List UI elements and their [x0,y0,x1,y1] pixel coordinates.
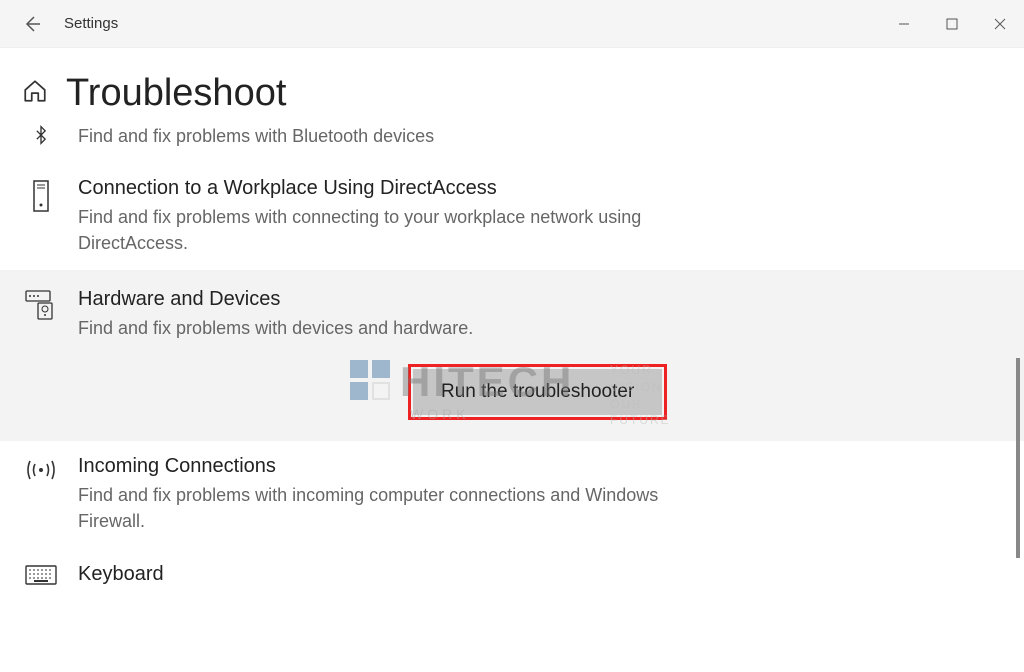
troubleshoot-item-keyboard[interactable]: Keyboard [0,549,1024,604]
server-icon [24,177,58,213]
item-desc: Find and fix problems with devices and h… [78,315,698,341]
signal-icon [24,455,58,483]
troubleshoot-item-hardware[interactable]: Hardware and Devices Find and fix proble… [0,270,1024,441]
window-controls [880,0,1024,48]
item-desc: Find and fix problems with Bluetooth dev… [78,123,698,149]
item-title: Incoming Connections [78,455,698,478]
scrollbar[interactable] [1016,358,1020,558]
maximize-icon [946,18,958,30]
troubleshoot-list: Find and fix problems with Bluetooth dev… [0,123,1024,604]
close-button[interactable] [976,0,1024,48]
close-icon [993,17,1007,31]
hardware-devices-icon [24,288,58,320]
home-icon[interactable] [22,78,48,109]
item-title: Connection to a Workplace Using DirectAc… [78,177,698,200]
troubleshoot-item-bluetooth[interactable]: Find and fix problems with Bluetooth dev… [0,123,1024,163]
content-area: Troubleshoot Find and fix problems with … [0,48,1024,604]
keyboard-icon [24,563,58,585]
item-title: Keyboard [78,563,698,586]
titlebar-left: Settings [0,12,118,36]
item-desc: Find and fix problems with connecting to… [78,204,698,256]
arrow-left-icon [22,14,42,34]
minimize-icon [898,18,910,30]
troubleshoot-item-directaccess[interactable]: Connection to a Workplace Using DirectAc… [0,163,1024,270]
page-title: Troubleshoot [66,72,286,115]
back-button[interactable] [20,12,44,36]
minimize-button[interactable] [880,0,928,48]
app-title: Settings [64,15,118,32]
item-title: Hardware and Devices [78,288,698,311]
maximize-button[interactable] [928,0,976,48]
item-desc: Find and fix problems with incoming comp… [78,482,698,534]
page-header: Troubleshoot [0,48,1024,123]
titlebar: Settings [0,0,1024,48]
run-troubleshooter-button[interactable]: Run the troubleshooter [413,369,662,415]
troubleshoot-item-incoming[interactable]: Incoming Connections Find and fix proble… [0,441,1024,548]
bluetooth-icon [24,123,58,145]
